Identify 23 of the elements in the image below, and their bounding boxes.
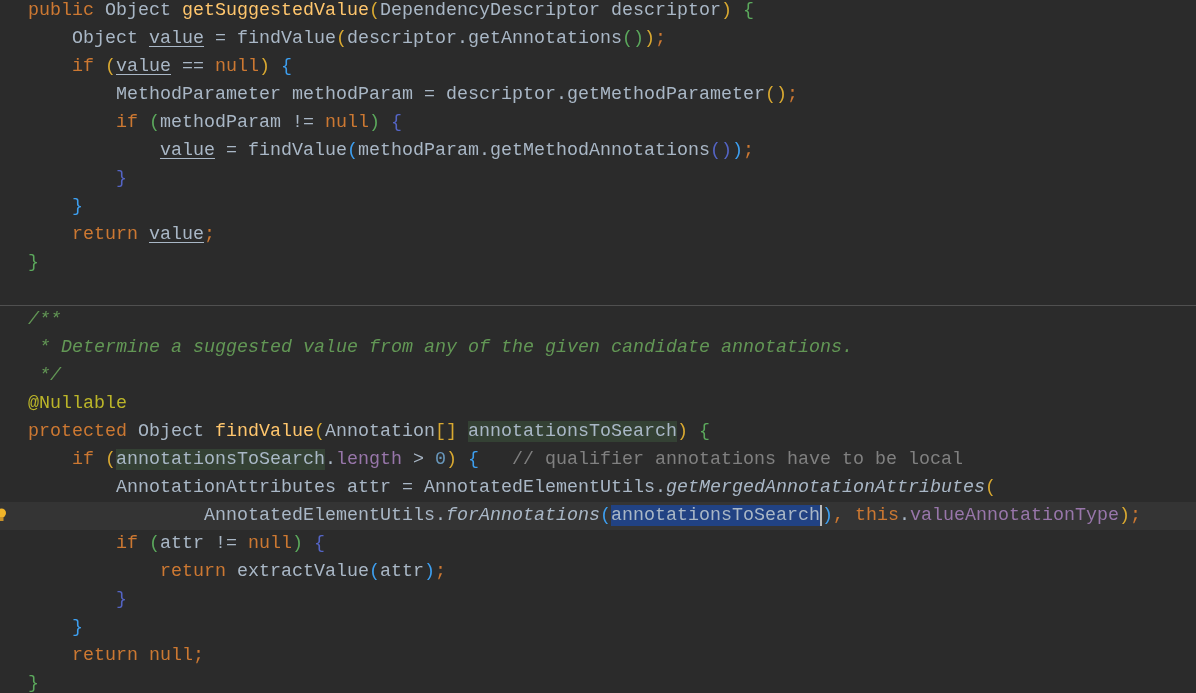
code-line: public Object getSuggestedValue(DependencyDescriptor descriptor) { xyxy=(27,0,755,23)
code-line: /** xyxy=(27,308,62,332)
code-line: AnnotationAttributes attr = AnnotatedElementUtils.getMergedAnnotationAttributes( xyxy=(115,476,997,500)
code-line: protected Object findValue(Annotation[] annotationsToSearch) { xyxy=(27,420,711,444)
code-line: if (value == null) { xyxy=(71,55,293,79)
code-line: * Determine a suggested value from any of the given candidate annotations. xyxy=(38,336,854,360)
code-line: } xyxy=(115,167,128,191)
code-line: MethodParameter methodParam = descriptor.getMethodParameter(); xyxy=(115,83,799,107)
code-line: } xyxy=(71,616,84,640)
code-line: } xyxy=(27,672,40,693)
code-line: } xyxy=(27,251,40,275)
code-line: value = findValue(methodParam.getMethodAnnotations()); xyxy=(159,139,755,163)
code-line: } xyxy=(71,195,84,219)
code-line: @Nullable xyxy=(27,392,128,416)
code-line: if (annotationsToSearch.length > 0) { // qualifier annotations have to be local xyxy=(71,448,964,472)
code-line: } xyxy=(115,588,128,612)
code-line: if (attr != null) { xyxy=(115,532,326,556)
code-line: Object value = findValue(descriptor.getAnnotations()); xyxy=(71,27,667,51)
code-line: return null; xyxy=(71,644,205,668)
code-line: return extractValue(attr); xyxy=(159,560,447,584)
code-line: if (methodParam != null) { xyxy=(115,111,403,135)
code-line: return value; xyxy=(71,223,216,247)
code-line: */ xyxy=(38,364,63,388)
